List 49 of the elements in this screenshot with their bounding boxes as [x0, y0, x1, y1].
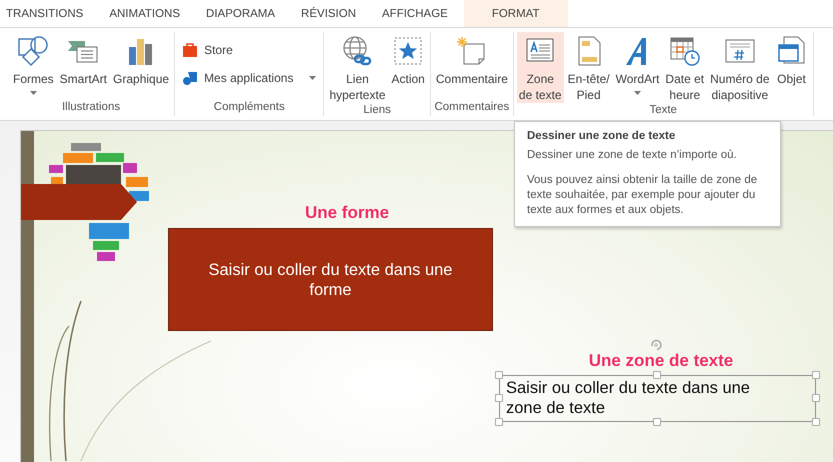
ribbon-tab[interactable]: AFFICHAGE [369, 0, 461, 27]
group-label: Commentaires [434, 100, 510, 115]
calendar-clock-icon [668, 35, 701, 67]
ribbon-button[interactable]: Lien hypertexte [327, 32, 388, 103]
shapes-icon [17, 35, 50, 67]
tooltip-text: Dessiner une zone de texte n’importe où. [527, 148, 738, 163]
rotate-handle[interactable] [650, 339, 662, 351]
caret-icon [634, 91, 642, 95]
ribbon-tab[interactable]: TRANSITIONS [0, 0, 96, 27]
resize-handle[interactable] [653, 418, 661, 426]
resize-handle[interactable] [812, 394, 820, 402]
resize-handle[interactable] [495, 394, 503, 402]
tooltip-title: Dessiner une zone de texte [527, 130, 676, 142]
shopping-bag-icon [182, 42, 198, 58]
resize-handle[interactable] [812, 371, 820, 379]
ribbon-button[interactable]: Action [390, 32, 427, 103]
ribbon-tab[interactable]: FORMAT [464, 0, 568, 27]
resize-handle[interactable] [653, 371, 661, 379]
caret-icon [30, 91, 37, 95]
ribbon-button[interactable]: Objet [774, 32, 810, 103]
globe-link-icon [341, 35, 374, 67]
ribbon-button[interactable]: Commentaire [434, 32, 510, 100]
shape-text: Saisir ou coller du texte dans une forme [208, 260, 454, 300]
ribbon-tab[interactable]: DIAPORAMA [193, 0, 288, 27]
ribbon-tab[interactable]: ANIMATIONS [96, 0, 194, 27]
ribbon-button[interactable]: Numéro de diapositive [708, 32, 772, 103]
caret-icon [309, 76, 316, 80]
shape-heading: Une forme [304, 203, 390, 223]
group-label: Illustrations [60, 100, 122, 115]
tooltip-text: Vous pouvez ainsi obtenir la taille de zone de texte souhaitée, par exemple pour ajouter du texte aux formes et aux objets. [527, 173, 758, 218]
textbox-heading: Une zone de texte [588, 352, 734, 370]
ribbon-button[interactable]: SmartArt [58, 32, 110, 100]
ribbon-tab[interactable]: RÉVISION [288, 0, 370, 27]
apps-icon [182, 70, 198, 86]
resize-handle[interactable] [495, 371, 503, 379]
text-box[interactable]: Saisir ou coller du texte dans une zone de texte [499, 375, 816, 422]
resize-handle[interactable] [495, 418, 503, 426]
ribbon-button[interactable]: Mes applications [182, 70, 316, 86]
ribbon-button[interactable]: Store [182, 42, 233, 58]
ribbon-button[interactable]: Zone de texte [516, 32, 564, 103]
ribbon-button[interactable]: Formes [11, 32, 56, 100]
ribbon-button[interactable]: Date et heure [663, 32, 706, 103]
group-label: Texte [648, 103, 678, 117]
group-label: Liens [362, 103, 392, 117]
group-label: Compléments [212, 100, 286, 115]
ribbon-button[interactable]: En-tête/ Pied [566, 32, 612, 103]
ribbon-button[interactable]: WordArt [614, 32, 662, 103]
resize-handle[interactable] [812, 418, 820, 426]
ribbon-button[interactable]: Graphique [111, 32, 172, 100]
